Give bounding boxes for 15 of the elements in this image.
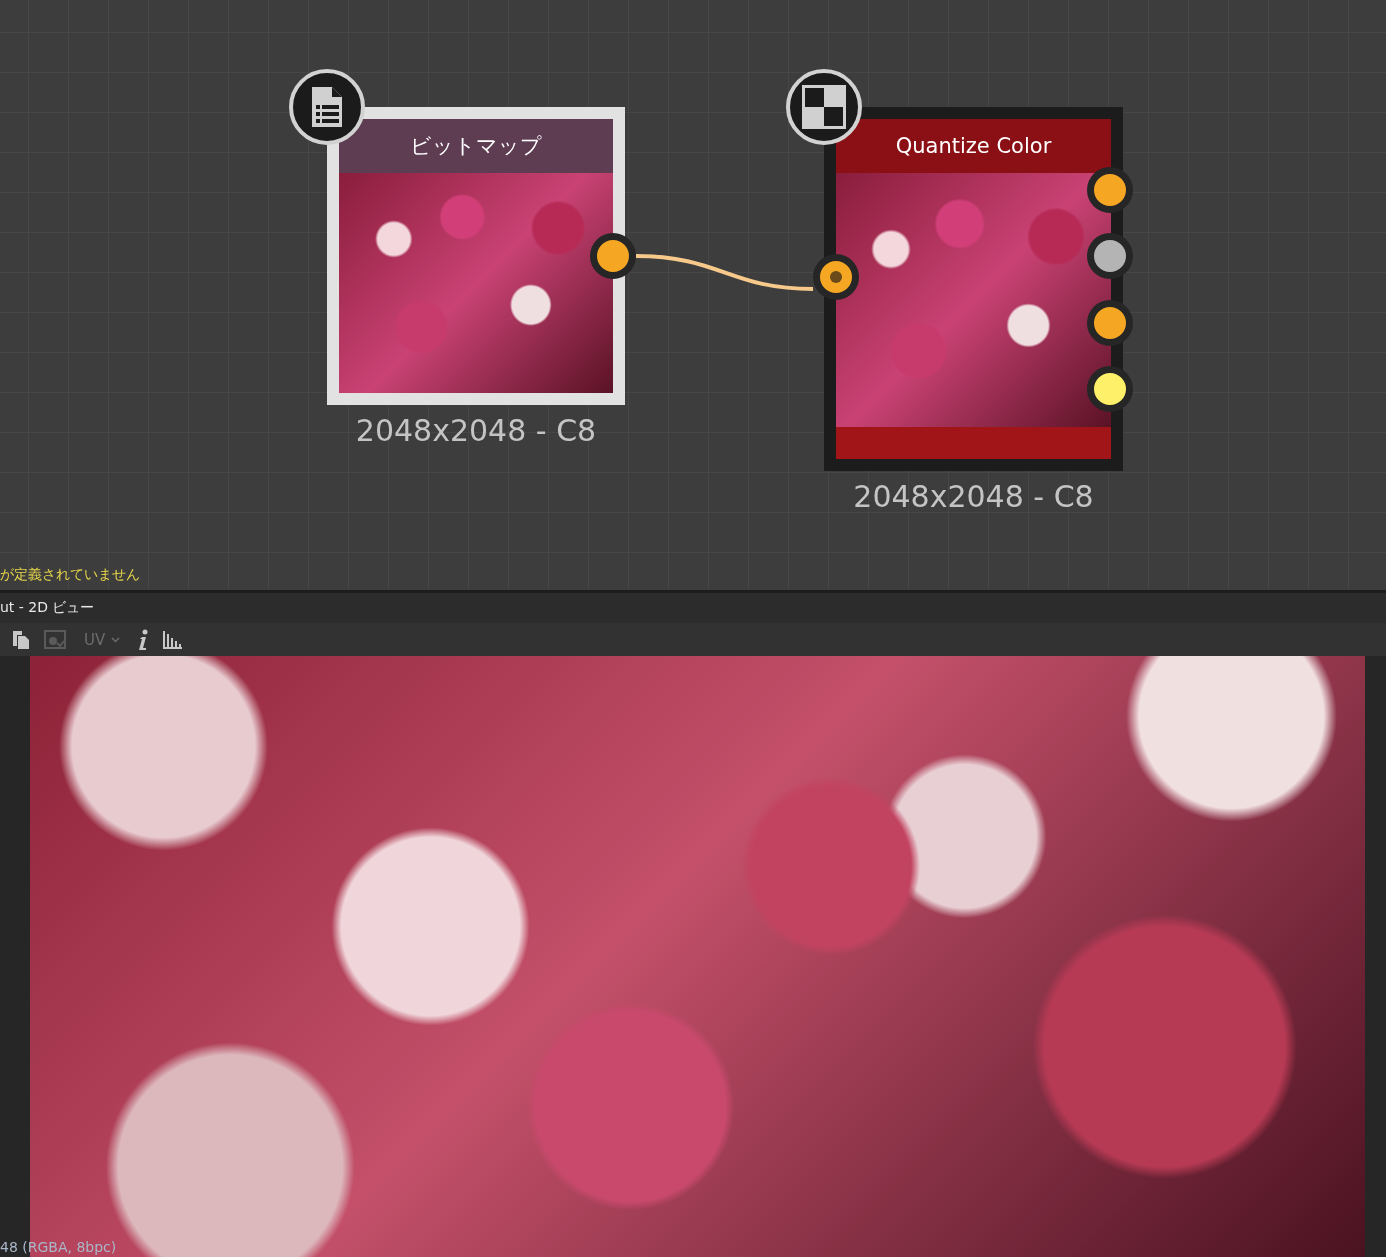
node-caption: 2048x2048 - C8 [853,479,1094,514]
node-frame[interactable]: Quantize Color [824,107,1123,471]
document-icon [310,85,344,129]
input-port[interactable] [813,254,859,300]
checker-icon [802,85,846,129]
node-title: Quantize Color [836,119,1111,173]
histogram-icon[interactable] [162,629,183,650]
copy-icon[interactable] [12,629,30,650]
warning-text: が定義されていません [0,566,140,584]
node-caption: 2048x2048 - C8 [355,413,597,448]
panel-title: ut - 2D ビュー [0,599,95,617]
info-icon[interactable] [138,628,149,651]
node-title: ビットマップ [339,119,613,173]
node-frame[interactable]: ビットマップ [327,107,625,405]
chevron-icon [111,636,121,643]
